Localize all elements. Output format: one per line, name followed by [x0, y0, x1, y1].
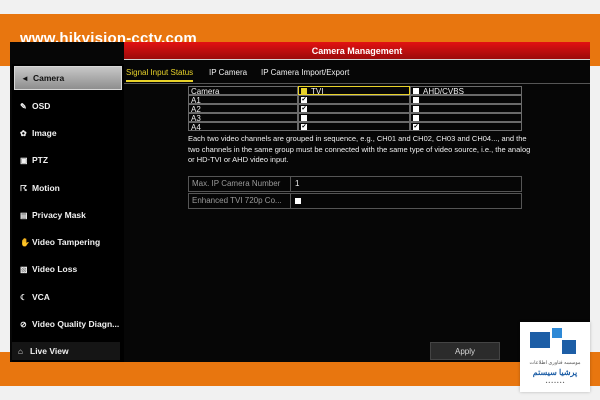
tvi-checkbox-a3[interactable] — [301, 115, 307, 121]
motion-icon: ☈ — [20, 183, 28, 193]
logo-name: پرشیا سیستم — [532, 368, 578, 377]
tab-signal-input-status[interactable]: Signal Input Status — [126, 66, 194, 82]
table-row-label: A4 — [188, 122, 298, 132]
logo-square-icon — [552, 328, 562, 338]
window-title: Camera Management — [311, 46, 403, 56]
sidebar-item-label: VCA — [32, 292, 50, 302]
sidebar-item-label: Video Loss — [32, 264, 78, 274]
table-cell — [298, 104, 410, 113]
table-cell — [410, 113, 522, 122]
ahd-checkbox-a4[interactable] — [413, 124, 419, 130]
privacy-mask-icon: ▤ — [20, 210, 28, 220]
ahd-checkbox-a3[interactable] — [413, 115, 419, 121]
sidebar-item-label: Camera — [33, 73, 65, 83]
video-loss-icon: ▧ — [20, 264, 28, 274]
sidebar-item-label: PTZ — [32, 155, 49, 165]
signal-input-table: Camera TVI AHD/CVBS A1 A2 A3 A4 — [188, 86, 522, 132]
ahd-checkbox-a2[interactable] — [413, 106, 419, 112]
sidebar-item-image[interactable]: ✿ Image — [14, 121, 122, 145]
sidebar-item-label: Video Quality Diagn... — [32, 319, 120, 329]
home-icon: ⌂ — [18, 346, 23, 356]
ptz-icon: ▣ — [20, 155, 28, 165]
sidebar-item-privacy-mask[interactable]: ▤ Privacy Mask — [14, 203, 122, 227]
table-row-label: A3 — [188, 113, 298, 123]
sidebar-item-ptz[interactable]: ▣ PTZ — [14, 148, 122, 172]
max-ip-camera-label: Max. IP Camera Number — [189, 177, 291, 191]
logo-square-icon — [562, 340, 576, 354]
logo-tagline: موسسه فناوری اطلاعات — [529, 360, 581, 366]
logo-square-icon — [530, 332, 550, 348]
tvi-select-all-checkbox[interactable] — [301, 88, 307, 94]
enhanced-tvi-checkbox[interactable] — [295, 198, 301, 204]
sidebar-item-label: Motion — [32, 183, 60, 193]
logo-subtitle: • • • • • • • — [545, 380, 565, 385]
enhanced-tvi-label: Enhanced TVI 720p Co... — [189, 194, 291, 208]
table-cell — [298, 113, 410, 122]
sidebar-item-label: OSD — [32, 101, 51, 111]
max-ip-camera-row: Max. IP Camera Number 1 — [188, 176, 522, 192]
vca-icon: ☾ — [20, 292, 28, 302]
sidebar-item-label: Privacy Mask — [32, 210, 86, 220]
sidebar-item-video-tampering[interactable]: ✋ Video Tampering — [14, 230, 122, 254]
sidebar-item-label: Image — [32, 128, 57, 138]
image-icon: ✿ — [20, 128, 27, 138]
column-header-ahd[interactable]: AHD/CVBS — [410, 86, 522, 96]
dvr-window: Camera Management ◄ Camera ✎ OSD ✿ Image… — [10, 42, 590, 362]
grouping-info-text: Each two video channels are grouped in s… — [188, 134, 531, 164]
table-row-label: A1 — [188, 95, 298, 105]
max-ip-camera-value: 1 — [295, 179, 300, 188]
sidebar-item-motion[interactable]: ☈ Motion — [14, 176, 122, 200]
table-cell — [298, 122, 410, 131]
sidebar-item-osd[interactable]: ✎ OSD — [14, 94, 122, 118]
table-cell — [410, 95, 522, 104]
tvi-checkbox-a4[interactable] — [301, 124, 307, 130]
ahd-select-all-checkbox[interactable] — [413, 88, 419, 94]
enhanced-tvi-row: Enhanced TVI 720p Co... — [188, 193, 522, 209]
table-row-label: A2 — [188, 104, 298, 114]
sidebar: ◄ Camera ✎ OSD ✿ Image ▣ PTZ ☈ Motion ▤ … — [12, 64, 124, 362]
table-cell — [410, 104, 522, 113]
apply-button[interactable]: Apply — [430, 342, 500, 360]
camera-icon: ◄ — [21, 73, 29, 83]
tvi-checkbox-a2[interactable] — [301, 106, 307, 112]
title-bar: Camera Management — [124, 42, 590, 60]
osd-icon: ✎ — [20, 101, 27, 111]
ahd-checkbox-a1[interactable] — [413, 97, 419, 103]
tab-bar: Signal Input Status IP Camera IP Camera … — [124, 66, 590, 82]
company-logo: موسسه فناوری اطلاعات پرشیا سیستم • • • •… — [520, 322, 590, 392]
column-header-camera: Camera — [188, 86, 298, 96]
sidebar-item-video-quality[interactable]: ⊘ Video Quality Diagn... — [14, 312, 122, 336]
sidebar-item-label: Video Tampering — [32, 237, 101, 247]
table-cell — [298, 95, 410, 104]
tab-ip-camera-import-export[interactable]: IP Camera Import/Export — [261, 66, 349, 82]
sidebar-item-camera[interactable]: ◄ Camera — [14, 66, 122, 90]
tab-ip-camera[interactable]: IP Camera — [209, 66, 247, 82]
sidebar-item-video-loss[interactable]: ▧ Video Loss — [14, 257, 122, 281]
hand-icon: ✋ — [20, 237, 30, 247]
live-view-button[interactable]: ⌂ Live View — [12, 342, 120, 360]
live-view-label: Live View — [30, 346, 69, 356]
tvi-checkbox-a1[interactable] — [301, 97, 307, 103]
tab-divider — [124, 83, 590, 84]
table-cell — [410, 122, 522, 131]
diagnostic-icon: ⊘ — [20, 319, 27, 329]
sidebar-item-vca[interactable]: ☾ VCA — [14, 285, 122, 309]
column-header-tvi[interactable]: TVI — [298, 86, 410, 96]
